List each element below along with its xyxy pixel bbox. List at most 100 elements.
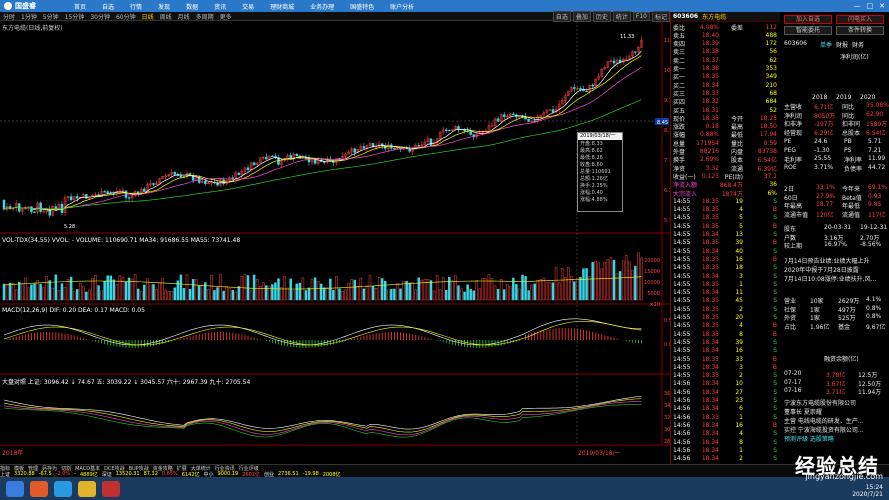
window-control[interactable]: — xyxy=(854,2,861,10)
profit-year: 2019 xyxy=(836,94,852,101)
f10.pe-cell: PEG xyxy=(784,146,797,154)
volume-bar xyxy=(594,260,597,301)
f10.rows-cell: 35.08% xyxy=(866,102,889,109)
volume-bar xyxy=(350,279,353,301)
date-left: 2018年 xyxy=(2,450,24,457)
popup-rows: 开盘:8.33 最高:8.62 最低:8.26 收盘:8.60 总量:110691 总额:… xyxy=(580,141,620,204)
buy-row-cell: 210 xyxy=(765,81,777,89)
candle-body xyxy=(39,202,42,212)
popup-row: 收盘:8.60 xyxy=(580,162,603,168)
volume-bar xyxy=(42,287,45,301)
candle-body xyxy=(152,183,155,185)
volume-bar xyxy=(429,280,433,301)
f10.perf-cell: 流通值 xyxy=(842,211,861,219)
volume-bar xyxy=(216,287,219,301)
tick-row-cell: B xyxy=(772,355,777,363)
tick-row: 14:55 18.34 13 S xyxy=(671,231,781,239)
volume-bar xyxy=(243,273,247,301)
tick-row-cell: 14:55 xyxy=(673,272,691,280)
stat-row: 现价 18.35 今开 18.25 xyxy=(671,114,781,123)
dea-line xyxy=(3,320,642,346)
start-icon[interactable] xyxy=(6,480,24,497)
stat-row: 换手 2.69% 股本 6.54亿 xyxy=(671,156,781,164)
tick-row-cell: 40 xyxy=(735,247,743,255)
volume-bar xyxy=(533,283,536,301)
volume-bar xyxy=(634,265,637,301)
volume-bar xyxy=(249,290,253,301)
buy-row: 买四 18.32 684 xyxy=(671,98,781,106)
flash-buy-button[interactable]: 闪电买入 xyxy=(836,15,884,24)
tick-row-cell: 14:55 xyxy=(673,314,691,321)
tick-row-cell: 18.35 xyxy=(701,322,719,330)
volume-bar xyxy=(79,282,82,301)
volume-bar xyxy=(262,282,265,301)
weibi-row-cell: 112 xyxy=(765,23,777,31)
tick-row-cell: 18.34 xyxy=(701,446,719,454)
tick-row-cell: 2 xyxy=(739,305,743,313)
f10.perf-cell: 69.1% xyxy=(868,184,888,191)
tick-row: 14:55 18.35 5 B xyxy=(671,222,781,230)
browser-icon[interactable] xyxy=(54,480,72,497)
volume-bar xyxy=(24,277,27,301)
tick-row: 14:55 18.35 16 B xyxy=(671,255,781,263)
volume-bar xyxy=(515,284,518,301)
trading-icon[interactable] xyxy=(102,480,120,497)
volume-bar xyxy=(33,283,36,301)
profit-year: 2020 xyxy=(860,94,876,101)
f10.rows-cell: 总股本 xyxy=(842,129,861,137)
volume-bar xyxy=(506,284,509,301)
popup-row: 换手:2.25% xyxy=(580,183,608,189)
smart-order-button[interactable]: 智能委托 xyxy=(784,26,832,35)
volume-bar xyxy=(219,274,222,301)
volume-axis-label: 10000 xyxy=(644,280,660,286)
tick-row-cell: 18.34 xyxy=(701,247,719,255)
volume-bar xyxy=(332,290,335,301)
popup-title: 2019/03/18/一 xyxy=(578,133,622,140)
condition-button[interactable]: 条件转换 xyxy=(836,26,884,35)
profit-chart-title: 净利润(亿) xyxy=(840,54,869,61)
tick-row-cell: 14:55 xyxy=(673,322,691,330)
volume-bar xyxy=(371,286,375,301)
company-info: 主营 电线电缆的研发、生产... xyxy=(784,418,864,425)
f10-tab: 财务 xyxy=(852,42,865,49)
volume-bar xyxy=(554,267,558,301)
volume-bar xyxy=(536,279,539,301)
volume-bar xyxy=(289,278,292,301)
volume-bar xyxy=(188,288,192,301)
volume-bar xyxy=(319,283,323,301)
tick-row: 14:56 18.34 8 S xyxy=(671,438,781,446)
candle-body xyxy=(417,145,421,147)
tick-row-cell: 18.33 xyxy=(701,355,719,363)
folder-icon[interactable] xyxy=(78,480,96,497)
kline-chart[interactable]: 11.1310.139.138.137.136.135.132000015000… xyxy=(0,0,670,464)
volume-bar xyxy=(551,282,555,301)
volume-bar xyxy=(374,287,378,301)
candle-body xyxy=(362,146,366,149)
tick-row: 14:55 18.35 2 S xyxy=(671,305,781,313)
flow-row: 大宗流入 1874万 6% xyxy=(671,189,781,198)
stat-row: 涨跌 0.18 最高 18.50 xyxy=(671,123,781,131)
app-icon[interactable] xyxy=(30,480,48,497)
f10.trade-cell: 0.8% xyxy=(866,313,882,320)
volume-bar xyxy=(384,281,387,301)
volume-bar xyxy=(88,289,91,301)
candle-body xyxy=(127,197,131,199)
tick-row-cell: S xyxy=(773,347,777,355)
tick-row-cell: 11 xyxy=(735,289,743,297)
volume-bar xyxy=(417,277,421,301)
stat-row-cell: 0.18 xyxy=(705,123,719,131)
volume-bar xyxy=(438,289,442,301)
stat-row-cell: 171954 xyxy=(696,139,719,147)
tick-row-cell: S xyxy=(773,446,777,454)
popup-row: 总额:1.26亿 xyxy=(580,176,608,182)
buy-row: 买五 18.31 52 xyxy=(671,106,781,115)
tick-row-cell: 39 xyxy=(735,338,743,346)
tick-row: 14:55 18.35 19 S xyxy=(671,197,781,205)
tick-row-cell: 18.35 xyxy=(701,214,719,222)
window-control[interactable]: □ xyxy=(867,2,874,10)
stat-row: 涨幅 0.88% 最低 17.94 xyxy=(671,131,781,139)
window-control[interactable]: ✕ xyxy=(879,2,885,10)
volume-bar xyxy=(228,287,231,301)
add-watchlist-button[interactable]: 加入自选 xyxy=(784,15,832,24)
quote-header: 603606 东方电缆 xyxy=(671,12,781,22)
